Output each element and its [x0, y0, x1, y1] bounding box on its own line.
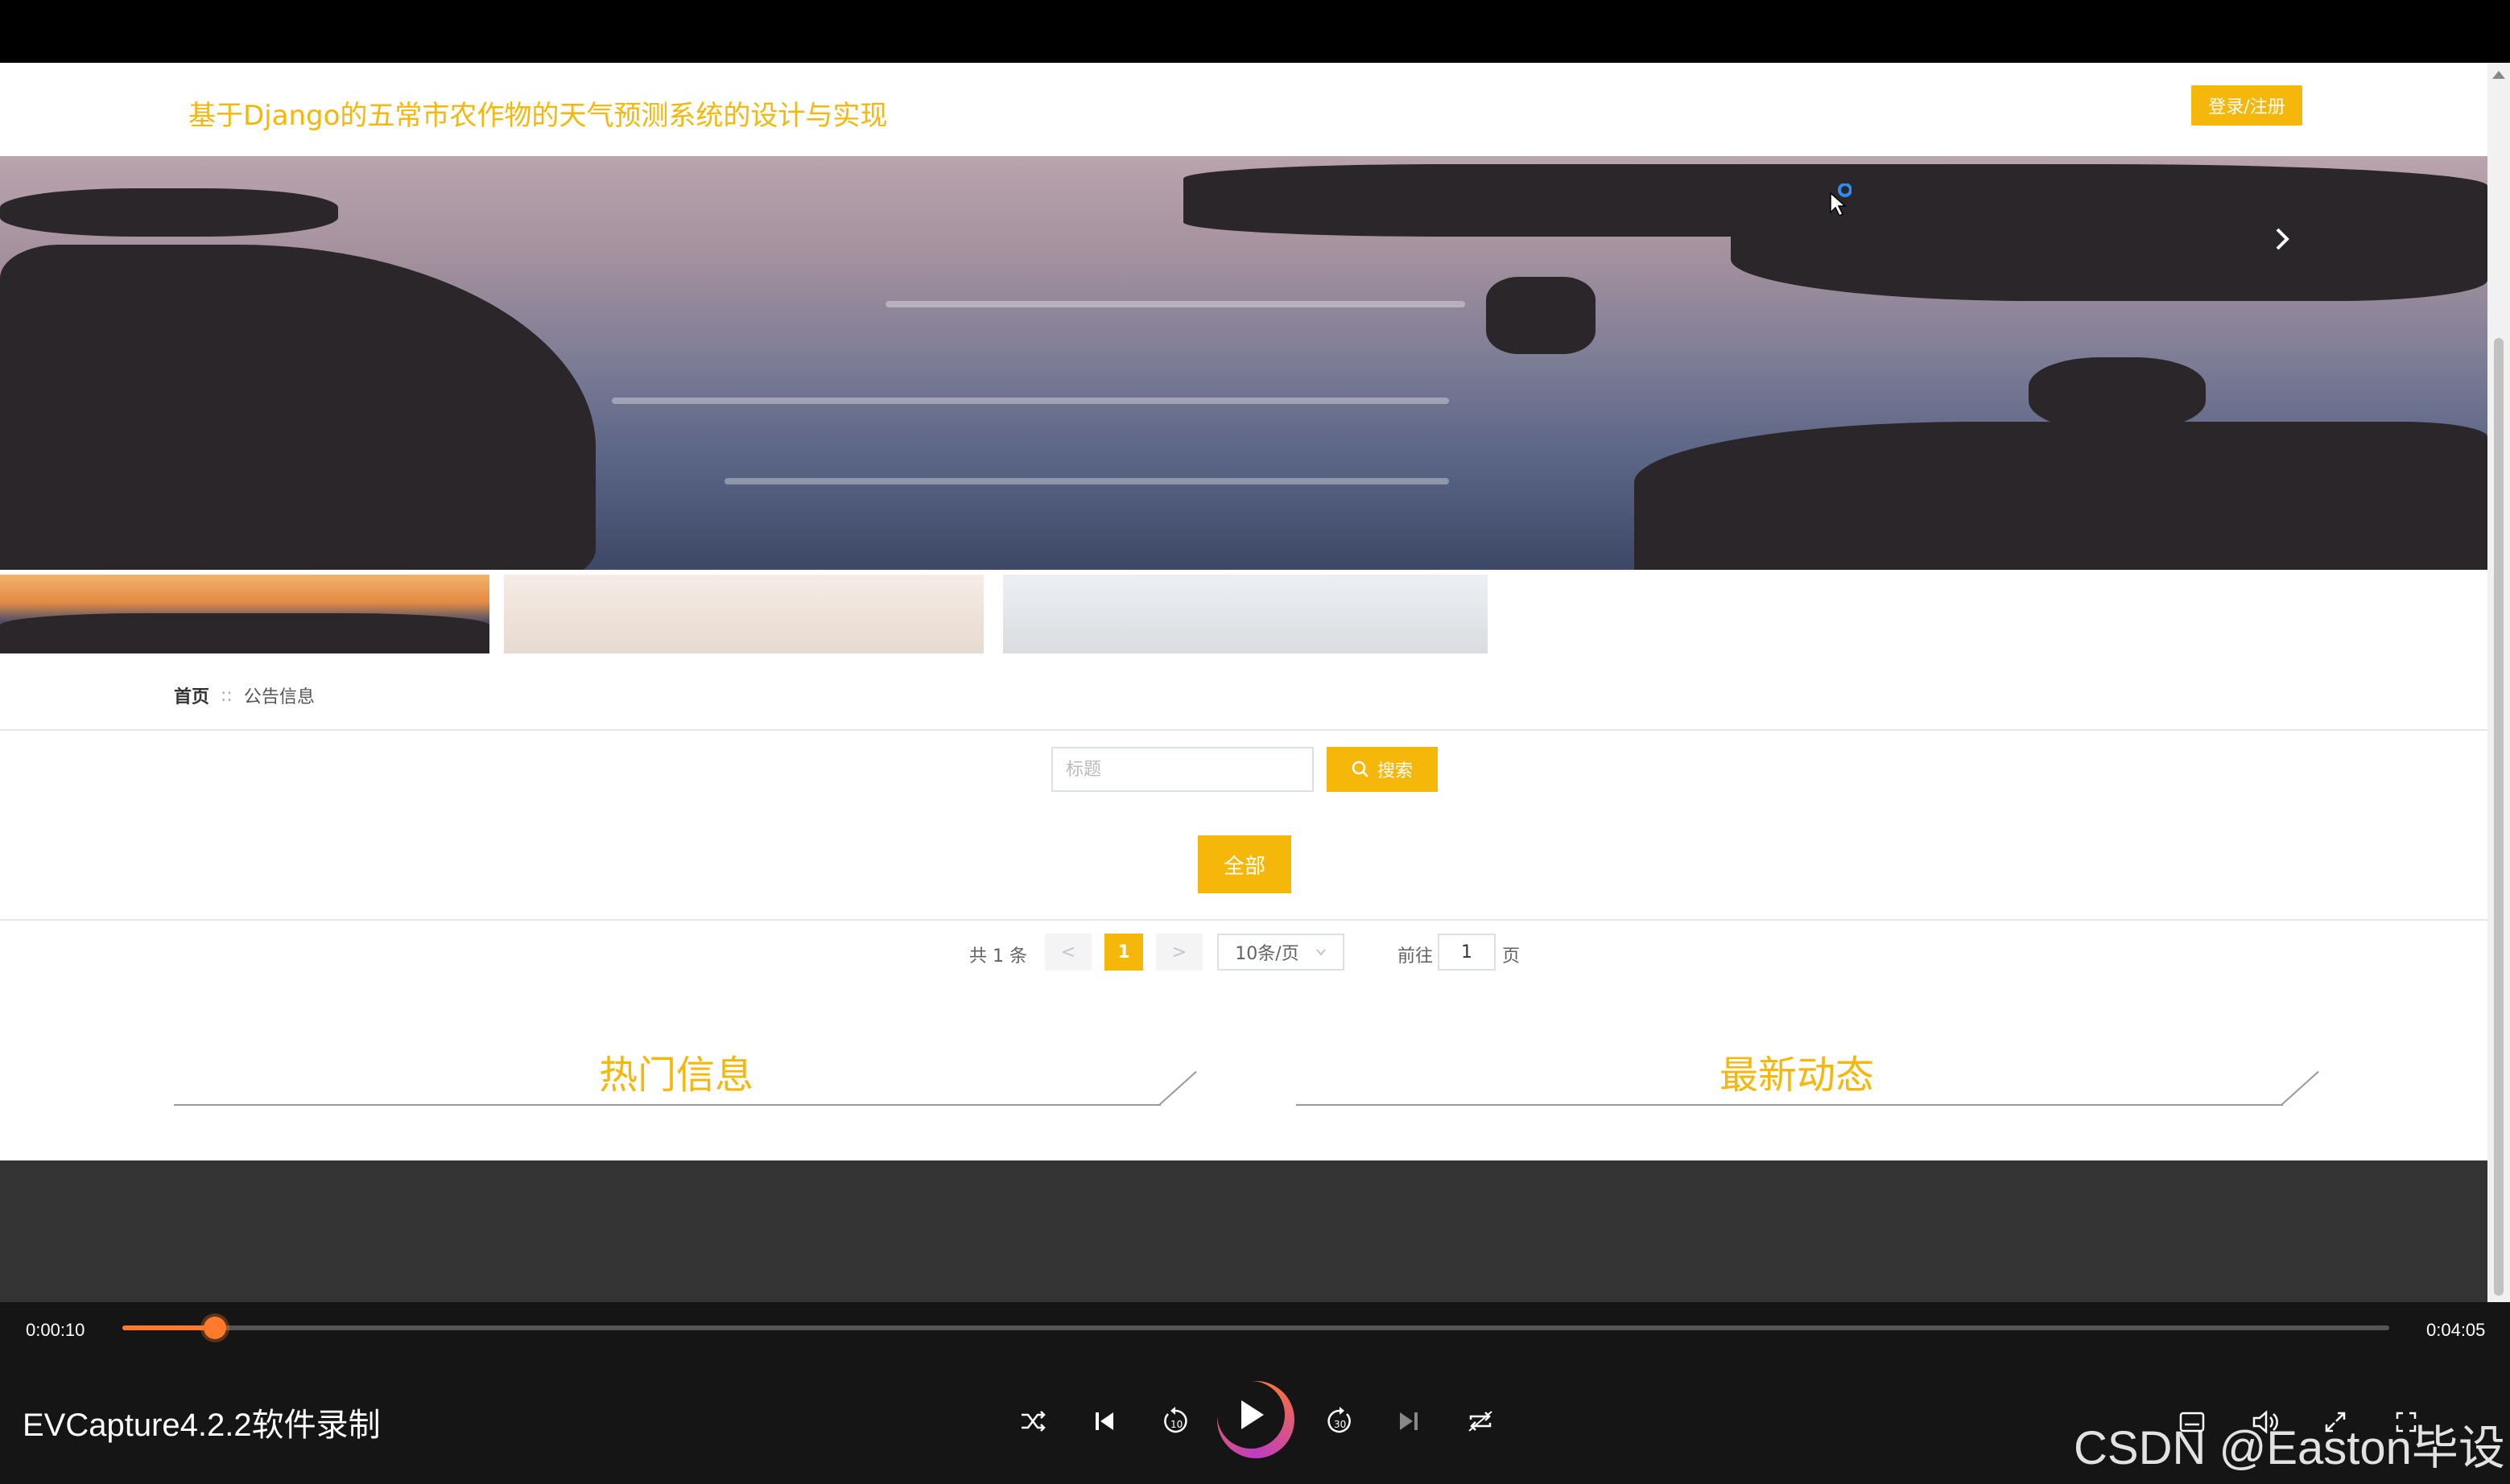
banner-rock — [0, 245, 596, 570]
carousel-thumbnail[interactable] — [0, 575, 489, 653]
pagination-goto-label: 前往 — [1397, 946, 1434, 967]
forward-30-icon[interactable]: 30 — [1323, 1405, 1356, 1437]
scroll-up-arrow-icon[interactable] — [2492, 71, 2505, 79]
divider — [0, 919, 2487, 921]
progress-fill — [122, 1325, 215, 1330]
banner-rock — [1634, 422, 2487, 570]
site-title: 基于Django的五常市农作物的天气预测系统的设计与实现 — [188, 100, 888, 132]
skip-previous-icon[interactable] — [1090, 1407, 1119, 1436]
banner-wave — [725, 478, 1449, 484]
carousel-thumbnail[interactable] — [504, 575, 984, 653]
page-size-value: 10条/页 — [1235, 944, 1299, 964]
current-time: 0:00:10 — [26, 1320, 85, 1340]
recorder-app-name: EVCapture4.2.2软件录制 — [23, 1408, 381, 1443]
carousel-thumbnail[interactable] — [1003, 575, 1488, 653]
pagination-goto-input[interactable] — [1438, 934, 1496, 971]
banner-rock — [2029, 357, 2206, 430]
csdn-watermark: CSDN @Easton毕设 — [2074, 1422, 2505, 1474]
banner-wave — [612, 398, 1449, 404]
banner-rock — [0, 188, 338, 237]
banner-carousel[interactable] — [0, 156, 2487, 570]
play-icon — [1217, 1381, 1285, 1449]
page-size-select[interactable]: 10条/页 — [1217, 934, 1344, 971]
breadcrumb-home[interactable]: 首页 — [174, 682, 209, 708]
site-footer — [0, 1160, 2487, 1302]
progress-track[interactable] — [122, 1325, 2389, 1330]
latest-news-underline — [1296, 1104, 2283, 1106]
search-button-label: 搜索 — [1377, 761, 1413, 781]
divider — [0, 729, 2487, 731]
search-button[interactable]: 搜索 — [1327, 747, 1438, 792]
scrollbar-thumb[interactable] — [2494, 338, 2504, 1296]
banner-rock — [1486, 277, 1596, 354]
login-register-button[interactable]: 登录/注册 — [2191, 85, 2302, 126]
rewind-10-icon[interactable]: 10 — [1159, 1405, 1191, 1437]
mouse-cursor-icon — [1830, 183, 1852, 216]
pagination-next-button[interactable]: > — [1156, 934, 1203, 971]
pagination-page-1[interactable]: 1 — [1104, 934, 1143, 971]
breadcrumb-current: 公告信息 — [243, 687, 315, 707]
repeat-icon[interactable] — [1465, 1407, 1496, 1436]
svg-text:30: 30 — [1334, 1419, 1346, 1430]
title-search-input[interactable] — [1051, 747, 1314, 792]
breadcrumb-separator: :: — [221, 685, 233, 706]
chevron-down-icon — [1315, 949, 1326, 956]
total-time: 0:04:05 — [2426, 1320, 2486, 1340]
thumbnail-rock — [0, 613, 489, 653]
hot-info-underline — [174, 1104, 1161, 1106]
svg-text:10: 10 — [1170, 1419, 1183, 1430]
latest-news-title: 最新动态 — [1719, 1053, 1875, 1098]
skip-next-icon[interactable] — [1394, 1407, 1423, 1436]
hot-info-title: 热门信息 — [599, 1053, 754, 1098]
search-icon — [1352, 761, 1369, 777]
banner-wave — [886, 301, 1465, 307]
play-button[interactable] — [1217, 1381, 1294, 1458]
all-filter-button[interactable]: 全部 — [1198, 835, 1291, 893]
pagination-total: 共 1 条 — [969, 946, 1027, 967]
breadcrumb: 首页 :: 公告信息 — [174, 682, 315, 708]
pagination-prev-button[interactable]: < — [1045, 934, 1092, 971]
chevron-right-icon[interactable] — [2270, 227, 2294, 251]
shuffle-icon[interactable] — [1019, 1407, 1048, 1436]
pagination-goto-unit: 页 — [1502, 946, 1521, 967]
top-black-strip — [0, 0, 2510, 63]
progress-handle[interactable] — [204, 1317, 226, 1339]
